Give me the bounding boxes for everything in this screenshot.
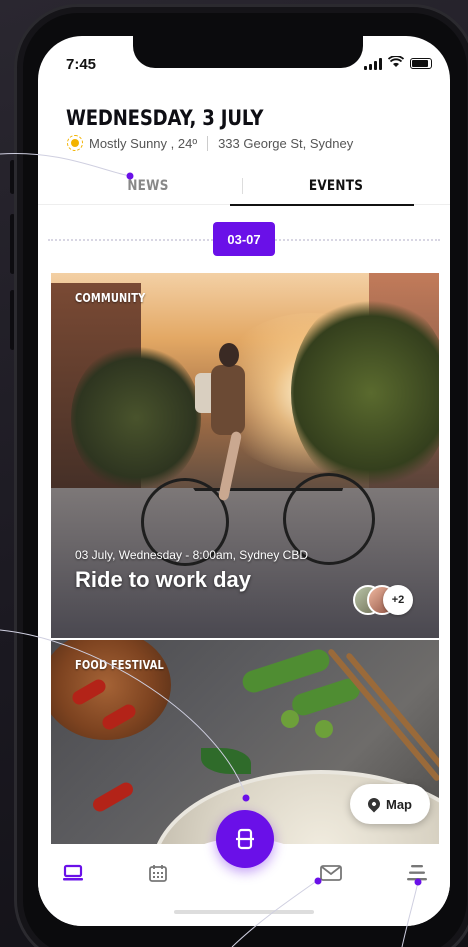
weather-line: Mostly Sunny , 24º 333 George St, Sydney [66, 134, 353, 152]
map-button-label: Map [386, 796, 412, 812]
attendee-avatars[interactable]: +2 [353, 585, 417, 615]
signal-icon [364, 57, 382, 70]
card-category: FOOD FESTIVAL [75, 658, 164, 672]
cyclist [195, 343, 251, 513]
wifi-icon [387, 55, 405, 71]
card-image-chili [90, 779, 136, 815]
map-button[interactable]: Map [350, 784, 430, 824]
mail-icon [320, 865, 342, 881]
page-title: WEDNESDAY, 3 JULY [66, 106, 264, 130]
weather-text: Mostly Sunny , 24º [89, 135, 198, 151]
status-icons [364, 55, 432, 71]
weather-divider [207, 135, 209, 151]
date-timeline[interactable]: 03-07 [38, 222, 450, 258]
cyclist-leg [217, 430, 243, 502]
home-indicator [174, 910, 314, 914]
cyclist-head [219, 343, 239, 367]
nav-home[interactable] [60, 862, 86, 884]
battery-icon [410, 58, 432, 69]
scan-ticket-button[interactable] [216, 810, 274, 868]
sun-icon [66, 134, 84, 152]
app-screen: 7:45 WEDNESDAY, 3 JULY Mostly Sunny , 24… [38, 36, 450, 926]
tab-events[interactable]: EVENTS [255, 166, 417, 206]
card-category: COMMUNITY [75, 291, 146, 305]
selected-date-pill[interactable]: 03-07 [213, 222, 275, 256]
location-text: 333 George St, Sydney [218, 135, 354, 151]
ticket-icon [236, 828, 254, 850]
home-icon [63, 864, 83, 881]
tab-separator [242, 178, 243, 194]
event-card-community[interactable]: COMMUNITY 03 July, Wednesday - 8:00am, S… [51, 273, 439, 638]
nav-calendar[interactable] [145, 862, 171, 884]
card-image-pea [315, 720, 333, 738]
notch [133, 36, 363, 68]
showcase-background: 7:45 WEDNESDAY, 3 JULY Mostly Sunny , 24… [0, 0, 468, 947]
card-image-tree-right [291, 293, 439, 493]
cyclist-body [211, 365, 245, 435]
extra-attendees-badge: +2 [383, 585, 413, 615]
card-image-tree-left [71, 343, 201, 493]
menu-icon [407, 865, 427, 881]
tab-news[interactable]: NEWS [67, 166, 229, 206]
card-meta: 03 July, Wednesday - 8:00am, Sydney CBD [75, 548, 309, 562]
tab-active-indicator [230, 204, 414, 206]
nav-mail[interactable] [318, 862, 344, 884]
calendar-icon [149, 865, 167, 882]
card-image-chopstick [327, 647, 439, 783]
nav-menu[interactable] [404, 862, 430, 884]
card-image-leaf [201, 748, 251, 774]
card-title: Ride to work day [75, 567, 252, 592]
tab-bar: NEWS EVENTS [54, 166, 430, 208]
status-time: 7:45 [66, 56, 97, 73]
card-image-pea [281, 710, 299, 728]
map-pin-icon [365, 795, 383, 813]
